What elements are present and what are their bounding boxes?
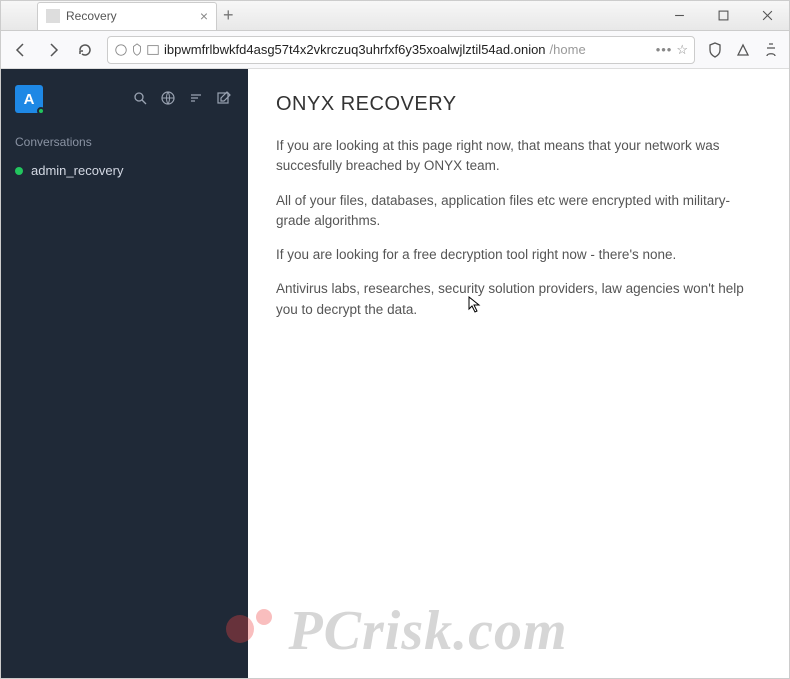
sort-icon[interactable] xyxy=(188,90,206,108)
url-path: /home xyxy=(550,42,586,57)
shield-icon[interactable] xyxy=(703,38,727,62)
close-window-button[interactable] xyxy=(745,2,789,30)
bookmark-icon[interactable]: ☆ xyxy=(676,42,688,58)
titlebar: Recovery × + xyxy=(1,1,789,31)
page-actions-icon[interactable]: ••• xyxy=(656,42,673,57)
new-identity-icon[interactable] xyxy=(759,38,783,62)
url-host: ibpwmfrlbwkfd4asg57t4x2vkrczuq3uhrfxf6y3… xyxy=(164,42,546,57)
chat-sidebar: A Conversations admin_recovery xyxy=(1,69,248,678)
body-paragraph: All of your files, databases, applicatio… xyxy=(276,191,761,232)
maximize-button[interactable] xyxy=(701,2,745,30)
sidebar-header: A xyxy=(1,69,248,129)
search-icon[interactable] xyxy=(132,90,150,108)
back-button[interactable] xyxy=(7,36,35,64)
page-heading: ONYX RECOVERY xyxy=(276,93,761,116)
minimize-button[interactable] xyxy=(657,2,701,30)
favicon xyxy=(46,9,60,23)
main-panel: ONYX RECOVERY If you are looking at this… xyxy=(248,69,789,678)
tab-title: Recovery xyxy=(66,9,200,23)
security-level-icon[interactable] xyxy=(731,38,755,62)
page-content: A Conversations admin_recovery ONYX RECO… xyxy=(1,69,789,678)
address-bar[interactable]: ibpwmfrlbwkfd4asg57t4x2vkrczuq3uhrfxf6y3… xyxy=(107,36,695,64)
browser-window: Recovery × + ibpwmfrlbwkfd4asg57t4x2vkrc… xyxy=(0,0,790,679)
compose-icon[interactable] xyxy=(216,90,234,108)
avatar-letter: A xyxy=(24,91,35,108)
reload-button[interactable] xyxy=(71,36,99,64)
conversation-name: admin_recovery xyxy=(31,163,124,178)
onion-identity-icons xyxy=(114,43,160,57)
body-paragraph: If you are looking at this page right no… xyxy=(276,136,761,177)
online-status-dot xyxy=(15,167,23,175)
conversations-label: Conversations xyxy=(1,129,248,155)
conversation-item[interactable]: admin_recovery xyxy=(1,155,248,186)
presence-dot xyxy=(37,107,45,115)
globe-icon[interactable] xyxy=(160,90,178,108)
browser-tab[interactable]: Recovery × xyxy=(37,2,217,30)
forward-button[interactable] xyxy=(39,36,67,64)
body-paragraph: If you are looking for a free decryption… xyxy=(276,245,761,265)
close-tab-icon[interactable]: × xyxy=(200,8,208,24)
body-paragraph: Antivirus labs, researches, security sol… xyxy=(276,279,761,320)
new-tab-button[interactable]: + xyxy=(223,5,234,26)
toolbar: ibpwmfrlbwkfd4asg57t4x2vkrczuq3uhrfxf6y3… xyxy=(1,31,789,69)
avatar[interactable]: A xyxy=(15,85,43,113)
